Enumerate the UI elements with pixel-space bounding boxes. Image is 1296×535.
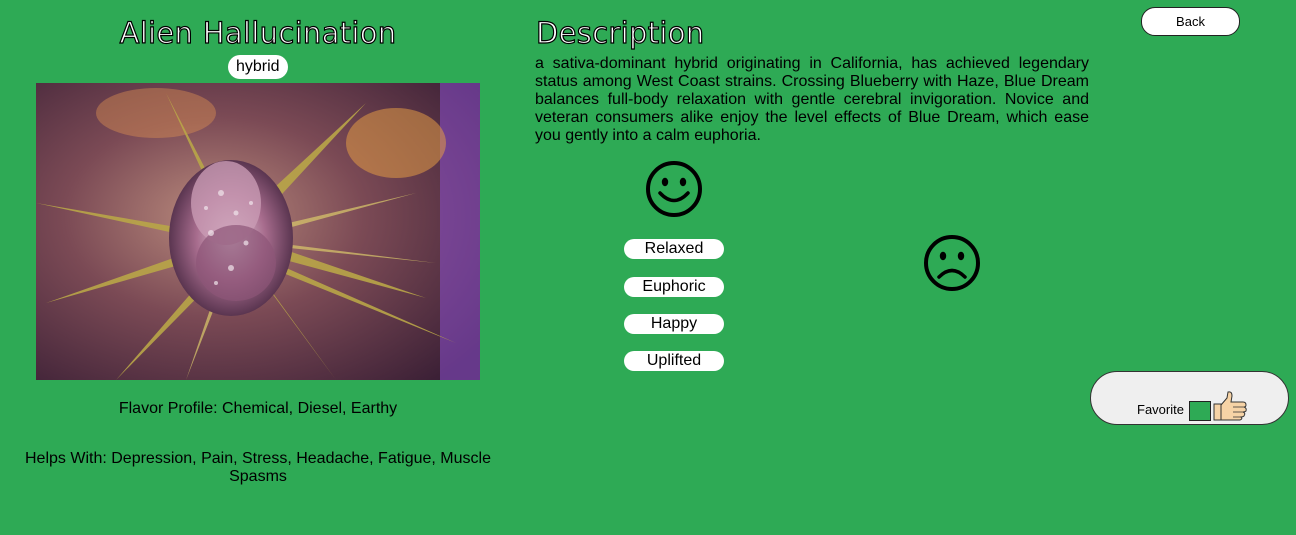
helps-with: Helps With: Depression, Pain, Stress, He… bbox=[25, 450, 491, 485]
strain-name: Alien Hallucination bbox=[119, 15, 397, 50]
frown-face-icon bbox=[921, 232, 983, 294]
smiley-face-icon bbox=[643, 158, 705, 220]
strain-type-badge: hybrid bbox=[228, 55, 288, 79]
description-title: Description bbox=[535, 15, 705, 50]
effect-pill-positive: Uplifted bbox=[624, 351, 724, 371]
effect-pill-positive: Euphoric bbox=[624, 277, 724, 297]
cannabis-bud-illustration bbox=[36, 83, 480, 380]
favorite-checkbox[interactable] bbox=[1189, 401, 1211, 421]
flavor-profile: Flavor Profile: Chemical, Diesel, Earthy bbox=[118, 400, 398, 417]
favorite-button[interactable]: Favorite bbox=[1090, 371, 1289, 425]
thumbs-up-icon bbox=[1211, 390, 1249, 422]
back-button[interactable]: Back bbox=[1141, 7, 1240, 36]
effect-pill-positive: Happy bbox=[624, 314, 724, 334]
strain-image bbox=[36, 83, 480, 380]
description-text: a sativa-dominant hybrid originating in … bbox=[535, 55, 1089, 144]
favorite-label: Favorite bbox=[1137, 402, 1184, 417]
effect-pill-positive: Relaxed bbox=[624, 239, 724, 259]
